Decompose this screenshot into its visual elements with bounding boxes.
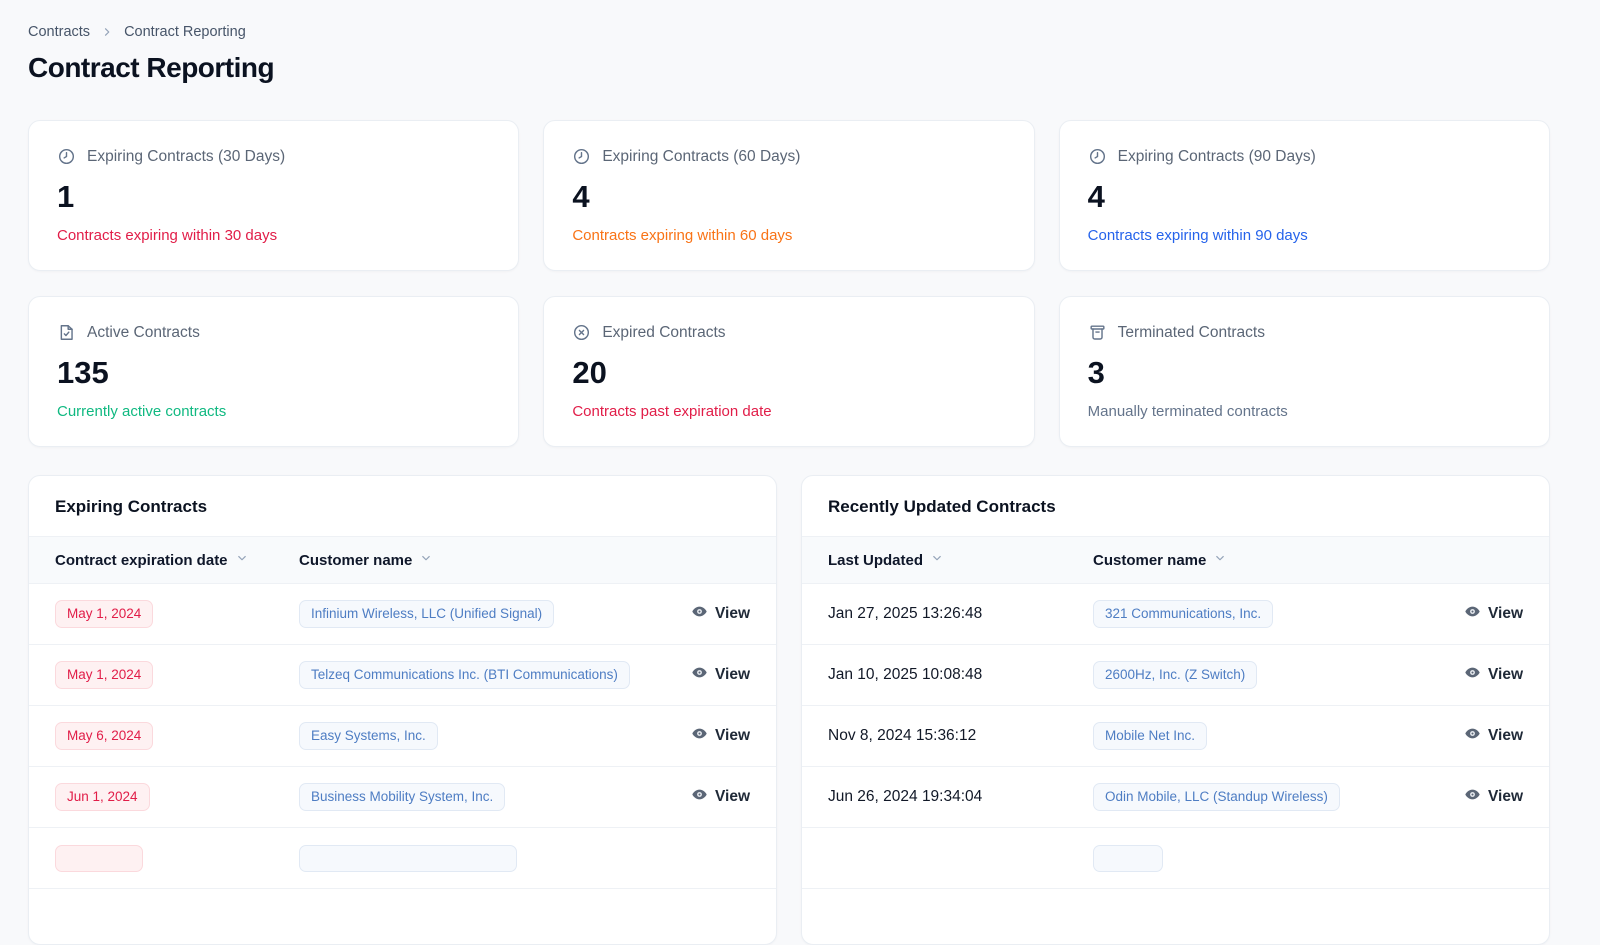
view-button[interactable]: View [691, 603, 750, 625]
eye-icon [691, 786, 708, 808]
customer-name-badge [1093, 845, 1163, 872]
table-row-partial [29, 828, 776, 889]
eye-icon [1464, 725, 1481, 747]
sort-header-customer-name[interactable]: Customer name [299, 551, 670, 569]
stat-card-value: 135 [57, 355, 490, 391]
stat-card-label: Active Contracts [87, 324, 200, 342]
eye-icon [691, 664, 708, 686]
stats-row-1: Expiring Contracts (30 Days) 1 Contracts… [28, 120, 1550, 271]
stat-card-value: 1 [57, 179, 490, 215]
stat-card-value: 20 [572, 355, 1005, 391]
trash-icon [1088, 323, 1107, 342]
table-row: May 1, 2024 Telzeq Communications Inc. (… [29, 645, 776, 706]
chevron-down-icon [419, 551, 433, 569]
stat-card-subtitle: Currently active contracts [57, 403, 490, 420]
customer-name-badge[interactable]: Telzeq Communications Inc. (BTI Communic… [299, 661, 630, 690]
stat-card-active: Active Contracts 135 Currently active co… [28, 296, 519, 447]
breadcrumb-contracts[interactable]: Contracts [28, 24, 90, 40]
table-title: Expiring Contracts [29, 476, 776, 536]
stat-card-value: 3 [1088, 355, 1521, 391]
expiration-date-badge: May 1, 2024 [55, 661, 153, 690]
view-button[interactable]: View [1464, 664, 1523, 686]
view-button[interactable]: View [1464, 786, 1523, 808]
breadcrumb-contract-reporting: Contract Reporting [124, 24, 246, 40]
view-button[interactable]: View [1464, 725, 1523, 747]
view-button[interactable]: View [1464, 603, 1523, 625]
chevron-down-icon [1213, 551, 1227, 569]
eye-icon [1464, 664, 1481, 686]
customer-name-badge [299, 845, 517, 872]
stat-card-subtitle: Contracts expiring within 60 days [572, 227, 1005, 244]
circle-x-icon [572, 323, 591, 342]
table-row: Nov 8, 2024 15:36:12 Mobile Net Inc. Vie… [802, 706, 1549, 767]
stat-card-value: 4 [1088, 179, 1521, 215]
customer-name-badge[interactable]: Easy Systems, Inc. [299, 722, 438, 751]
clock-icon [572, 147, 591, 166]
expiration-date-badge: Jun 1, 2024 [55, 783, 150, 812]
eye-icon [691, 603, 708, 625]
stat-card-label: Expiring Contracts (30 Days) [87, 148, 285, 166]
table-row: May 6, 2024 Easy Systems, Inc. View [29, 706, 776, 767]
table-header-row: Contract expiration date Customer name [29, 536, 776, 584]
clock-icon [1088, 147, 1107, 166]
table-title: Recently Updated Contracts [802, 476, 1549, 536]
table-row: May 1, 2024 Infinium Wireless, LLC (Unif… [29, 584, 776, 645]
customer-name-badge[interactable]: 321 Communications, Inc. [1093, 600, 1273, 629]
customer-name-badge[interactable]: Mobile Net Inc. [1093, 722, 1207, 751]
stat-card-terminated: Terminated Contracts 3 Manually terminat… [1059, 296, 1550, 447]
file-check-icon [57, 323, 76, 342]
stat-card-subtitle: Contracts past expiration date [572, 403, 1005, 420]
stat-card-label: Expiring Contracts (90 Days) [1118, 148, 1316, 166]
customer-name-badge[interactable]: Infinium Wireless, LLC (Unified Signal) [299, 600, 554, 629]
view-button[interactable]: View [691, 664, 750, 686]
stat-card-expiring-30: Expiring Contracts (30 Days) 1 Contracts… [28, 120, 519, 271]
table-row: Jan 27, 2025 13:26:48 321 Communications… [802, 584, 1549, 645]
customer-name-badge[interactable]: Business Mobility System, Inc. [299, 783, 505, 812]
page-title: Contract Reporting [28, 52, 1550, 84]
expiration-date-badge [55, 845, 143, 872]
stat-card-subtitle: Contracts expiring within 90 days [1088, 227, 1521, 244]
last-updated-timestamp: Jan 27, 2025 13:26:48 [828, 605, 982, 623]
expiration-date-badge: May 6, 2024 [55, 722, 153, 751]
stat-card-subtitle: Contracts expiring within 30 days [57, 227, 490, 244]
table-row: Jun 26, 2024 19:34:04 Odin Mobile, LLC (… [802, 767, 1549, 828]
sort-header-customer-name[interactable]: Customer name [1093, 551, 1443, 569]
chevron-down-icon [235, 551, 249, 569]
stat-card-expired: Expired Contracts 20 Contracts past expi… [543, 296, 1034, 447]
customer-name-badge[interactable]: 2600Hz, Inc. (Z Switch) [1093, 661, 1257, 690]
stat-card-label: Expiring Contracts (60 Days) [602, 148, 800, 166]
sort-header-expiration-date[interactable]: Contract expiration date [55, 551, 299, 569]
table-header-row: Last Updated Customer name [802, 536, 1549, 584]
stats-row-2: Active Contracts 135 Currently active co… [28, 296, 1550, 447]
view-button[interactable]: View [691, 725, 750, 747]
contract-reporting-page: Contracts Contract Reporting Contract Re… [0, 0, 1600, 945]
table-row-partial [802, 828, 1549, 889]
stat-card-expiring-60: Expiring Contracts (60 Days) 4 Contracts… [543, 120, 1034, 271]
breadcrumb: Contracts Contract Reporting [28, 24, 1550, 40]
stat-card-value: 4 [572, 179, 1005, 215]
stat-card-label: Terminated Contracts [1118, 324, 1265, 342]
sort-header-last-updated[interactable]: Last Updated [828, 551, 1093, 569]
chevron-down-icon [930, 551, 944, 569]
eye-icon [1464, 786, 1481, 808]
stat-card-expiring-90: Expiring Contracts (90 Days) 4 Contracts… [1059, 120, 1550, 271]
expiration-date-badge: May 1, 2024 [55, 600, 153, 629]
chevron-right-icon [100, 25, 114, 39]
eye-icon [691, 725, 708, 747]
table-row: Jan 10, 2025 10:08:48 2600Hz, Inc. (Z Sw… [802, 645, 1549, 706]
eye-icon [1464, 603, 1481, 625]
stat-card-subtitle: Manually terminated contracts [1088, 403, 1521, 420]
last-updated-timestamp: Nov 8, 2024 15:36:12 [828, 727, 976, 745]
view-button[interactable]: View [691, 786, 750, 808]
table-row: Jun 1, 2024 Business Mobility System, In… [29, 767, 776, 828]
stat-card-label: Expired Contracts [602, 324, 725, 342]
last-updated-timestamp: Jun 26, 2024 19:34:04 [828, 788, 982, 806]
customer-name-badge[interactable]: Odin Mobile, LLC (Standup Wireless) [1093, 783, 1340, 812]
last-updated-timestamp: Jan 10, 2025 10:08:48 [828, 666, 982, 684]
clock-icon [57, 147, 76, 166]
